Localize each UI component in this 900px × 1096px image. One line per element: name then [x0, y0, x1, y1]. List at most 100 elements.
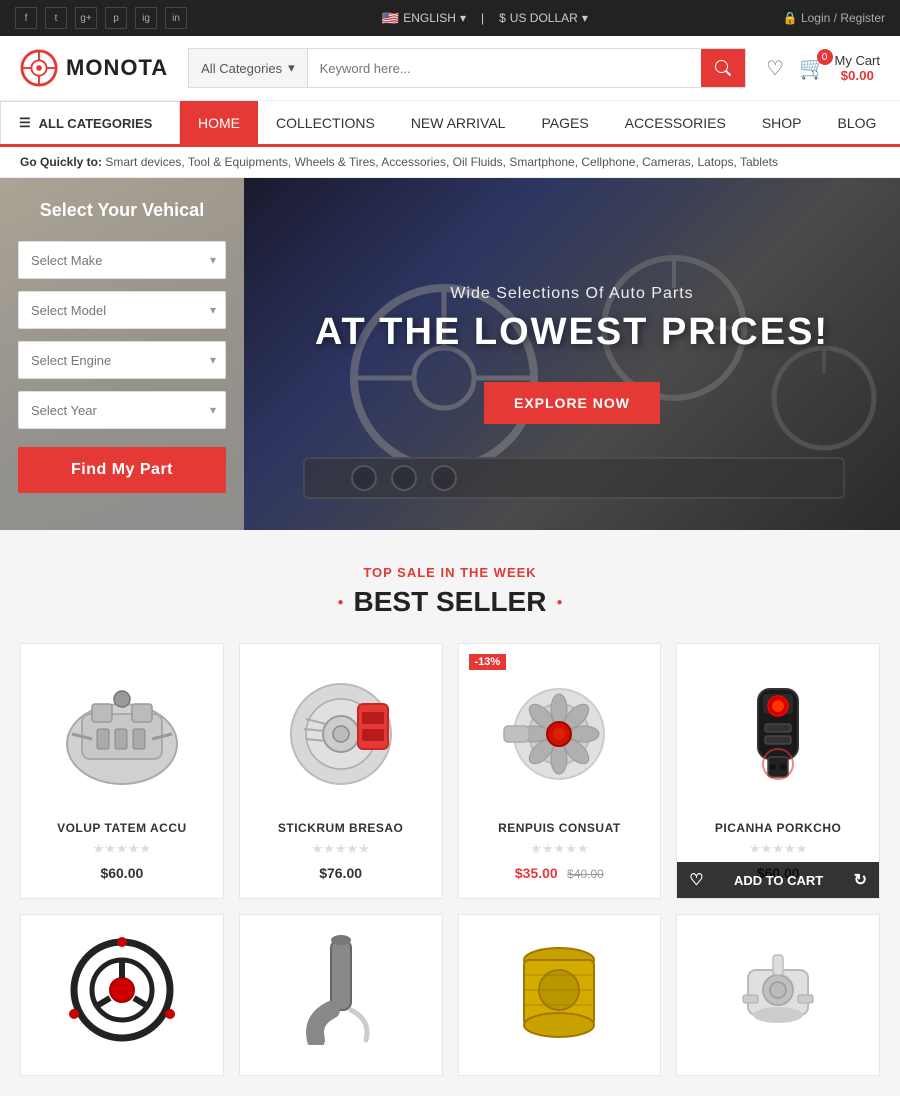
product-stars-3: ★★★★★	[474, 841, 646, 857]
quick-link-tools[interactable]: Tool & Equipments	[188, 155, 288, 169]
quick-link-oil[interactable]: Oil Fluids	[453, 155, 503, 169]
instagram-icon[interactable]: ig	[135, 7, 157, 29]
hero-title: AT THE LOWEST PRICES!	[315, 311, 829, 354]
model-select[interactable]: Select Model	[18, 291, 226, 329]
quick-link-accessories[interactable]: Accessories	[381, 155, 446, 169]
nav-pages[interactable]: PAGES	[523, 101, 606, 147]
cart-button[interactable]: 🛒 0 My Cart $0.00	[799, 53, 880, 83]
quick-link-wheels[interactable]: Wheels & Tires	[295, 155, 376, 169]
title-dot-left: ●	[337, 597, 343, 608]
turbo-image	[494, 674, 624, 794]
section-title: ● BEST SELLER ●	[20, 586, 880, 618]
product-price-3: $35.00 $40.00	[474, 865, 646, 883]
social-links: f t g+ p ig in	[15, 7, 187, 29]
car-charger-image	[723, 669, 833, 799]
product-name-4: PICANHA PORKCHO	[692, 821, 864, 835]
search-input[interactable]	[308, 49, 702, 87]
cart-label: My Cart	[835, 53, 881, 68]
hamburger-icon: ☰	[19, 115, 31, 131]
cart-text: My Cart $0.00	[835, 53, 881, 83]
pinterest-icon[interactable]: p	[105, 7, 127, 29]
nav-home[interactable]: HOME	[180, 101, 258, 147]
overlay-wishlist-icon[interactable]: ♡	[689, 870, 703, 890]
logo-icon	[20, 49, 58, 87]
facebook-icon[interactable]: f	[15, 7, 37, 29]
brake-disc-image	[276, 674, 406, 794]
header-icons: ♡ 🛒 0 My Cart $0.00	[766, 53, 880, 83]
product-image-3	[474, 659, 646, 809]
google-plus-icon[interactable]: g+	[75, 7, 97, 29]
make-select[interactable]: Select Make	[18, 241, 226, 279]
quick-link-latops[interactable]: Latops	[697, 155, 733, 169]
search-icon	[715, 60, 731, 76]
section-tag: TOP SALE IN THE WEEK	[20, 565, 880, 580]
vehicle-title: Select Your Vehical	[18, 200, 226, 221]
product-price-2: $76.00	[255, 865, 427, 881]
search-button[interactable]	[701, 49, 745, 87]
search-bar: All Categories ▾	[188, 48, 746, 88]
product-card-2[interactable]: STICKRUM BRESAO ★★★★★ $76.00	[239, 643, 443, 899]
product-card-1[interactable]: VOLUP TATEM ACCU ★★★★★ $60.00	[20, 643, 224, 899]
product-card-4[interactable]: ♡ ADD TO CART ↻ PICANHA PORKCHO ★★★★★ $6…	[676, 643, 880, 899]
logo-text: MONOTA	[66, 55, 168, 81]
product-card-3[interactable]: -13%	[458, 643, 662, 899]
auth-link[interactable]: 🔒 Login / Register	[783, 11, 885, 25]
product-image-4	[692, 659, 864, 809]
product-stars-4: ★★★★★	[692, 841, 864, 857]
quick-link-smart-devices[interactable]: Smart devices	[105, 155, 181, 169]
product-card-6[interactable]	[239, 914, 443, 1076]
cart-icon-wrap: 🛒 0	[799, 55, 826, 81]
air-compressor-image	[728, 940, 828, 1040]
quick-link-cellphone[interactable]: Cellphone	[581, 155, 635, 169]
top-bar: f t g+ p ig in 🇺🇸 ENGLISH ▾ | $ US DOLLA…	[0, 0, 900, 36]
engine-select-wrapper: Select Engine ▾	[18, 341, 226, 379]
nav-shop[interactable]: SHOP	[744, 101, 820, 147]
vehicle-selector: Select Your Vehical Select Make ▾ Select…	[0, 178, 244, 530]
make-select-wrapper: Select Make ▾	[18, 241, 226, 279]
quick-link-tablets[interactable]: Tablets	[740, 155, 778, 169]
engine-image	[57, 674, 187, 794]
hero-content: Wide Selections Of Auto Parts AT THE LOW…	[295, 265, 849, 444]
year-select[interactable]: Select Year	[18, 391, 226, 429]
main-content: Select Your Vehical Select Make ▾ Select…	[0, 178, 900, 530]
nav-new-arrival[interactable]: NEW ARRIVAL	[393, 101, 524, 147]
product-image-6	[255, 930, 427, 1050]
product-image-7	[474, 930, 646, 1050]
product-card-5[interactable]	[20, 914, 224, 1076]
explore-button[interactable]: EXPLORE NOW	[484, 382, 660, 424]
linkedin-icon[interactable]: in	[165, 7, 187, 29]
quick-link-cameras[interactable]: Cameras	[642, 155, 691, 169]
currency-selector[interactable]: $ US DOLLAR ▾	[499, 11, 588, 25]
overlay-add-to-cart[interactable]: ADD TO CART	[704, 873, 854, 888]
year-select-wrapper: Select Year ▾	[18, 391, 226, 429]
product-grid: VOLUP TATEM ACCU ★★★★★ $60.00	[20, 643, 880, 899]
nav-blog[interactable]: BLOG	[820, 101, 895, 147]
bestseller-section: TOP SALE IN THE WEEK ● BEST SELLER ●	[0, 530, 900, 1096]
quick-link-smartphone[interactable]: Smartphone	[509, 155, 574, 169]
product-grid-row2	[20, 914, 880, 1076]
overlay-refresh-icon[interactable]: ↻	[854, 870, 867, 890]
cart-badge: 0	[817, 49, 833, 65]
search-category-dropdown[interactable]: All Categories ▾	[189, 49, 307, 87]
wishlist-button[interactable]: ♡	[766, 56, 784, 81]
language-selector[interactable]: 🇺🇸 ENGLISH ▾	[382, 10, 466, 27]
twitter-icon[interactable]: t	[45, 7, 67, 29]
nav-collections[interactable]: COLLECTIONS	[258, 101, 393, 147]
steering-wheel-image	[67, 935, 177, 1045]
logo[interactable]: MONOTA	[20, 49, 168, 87]
product-card-8[interactable]	[676, 914, 880, 1076]
product-card-7[interactable]	[458, 914, 662, 1076]
oil-filter-image	[509, 935, 609, 1045]
cart-price: $0.00	[835, 68, 881, 83]
header: MONOTA All Categories ▾ ♡ 🛒 0 My Cart $0…	[0, 36, 900, 101]
locale-selector: 🇺🇸 ENGLISH ▾ | $ US DOLLAR ▾	[382, 10, 588, 27]
title-dot-right: ●	[556, 597, 562, 608]
nav-accessories[interactable]: ACCESSORIES	[607, 101, 744, 147]
all-categories-button[interactable]: ☰ ALL CATEGORIES	[0, 101, 180, 144]
find-my-part-button[interactable]: Find My Part	[18, 447, 226, 493]
product-name-2: STICKRUM BRESAO	[255, 821, 427, 835]
nav-links: HOME COLLECTIONS NEW ARRIVAL PAGES ACCES…	[180, 101, 894, 144]
product-name-1: VOLUP TATEM ACCU	[36, 821, 208, 835]
engine-select[interactable]: Select Engine	[18, 341, 226, 379]
quick-links: Go Quickly to: Smart devices, Tool & Equ…	[0, 147, 900, 178]
